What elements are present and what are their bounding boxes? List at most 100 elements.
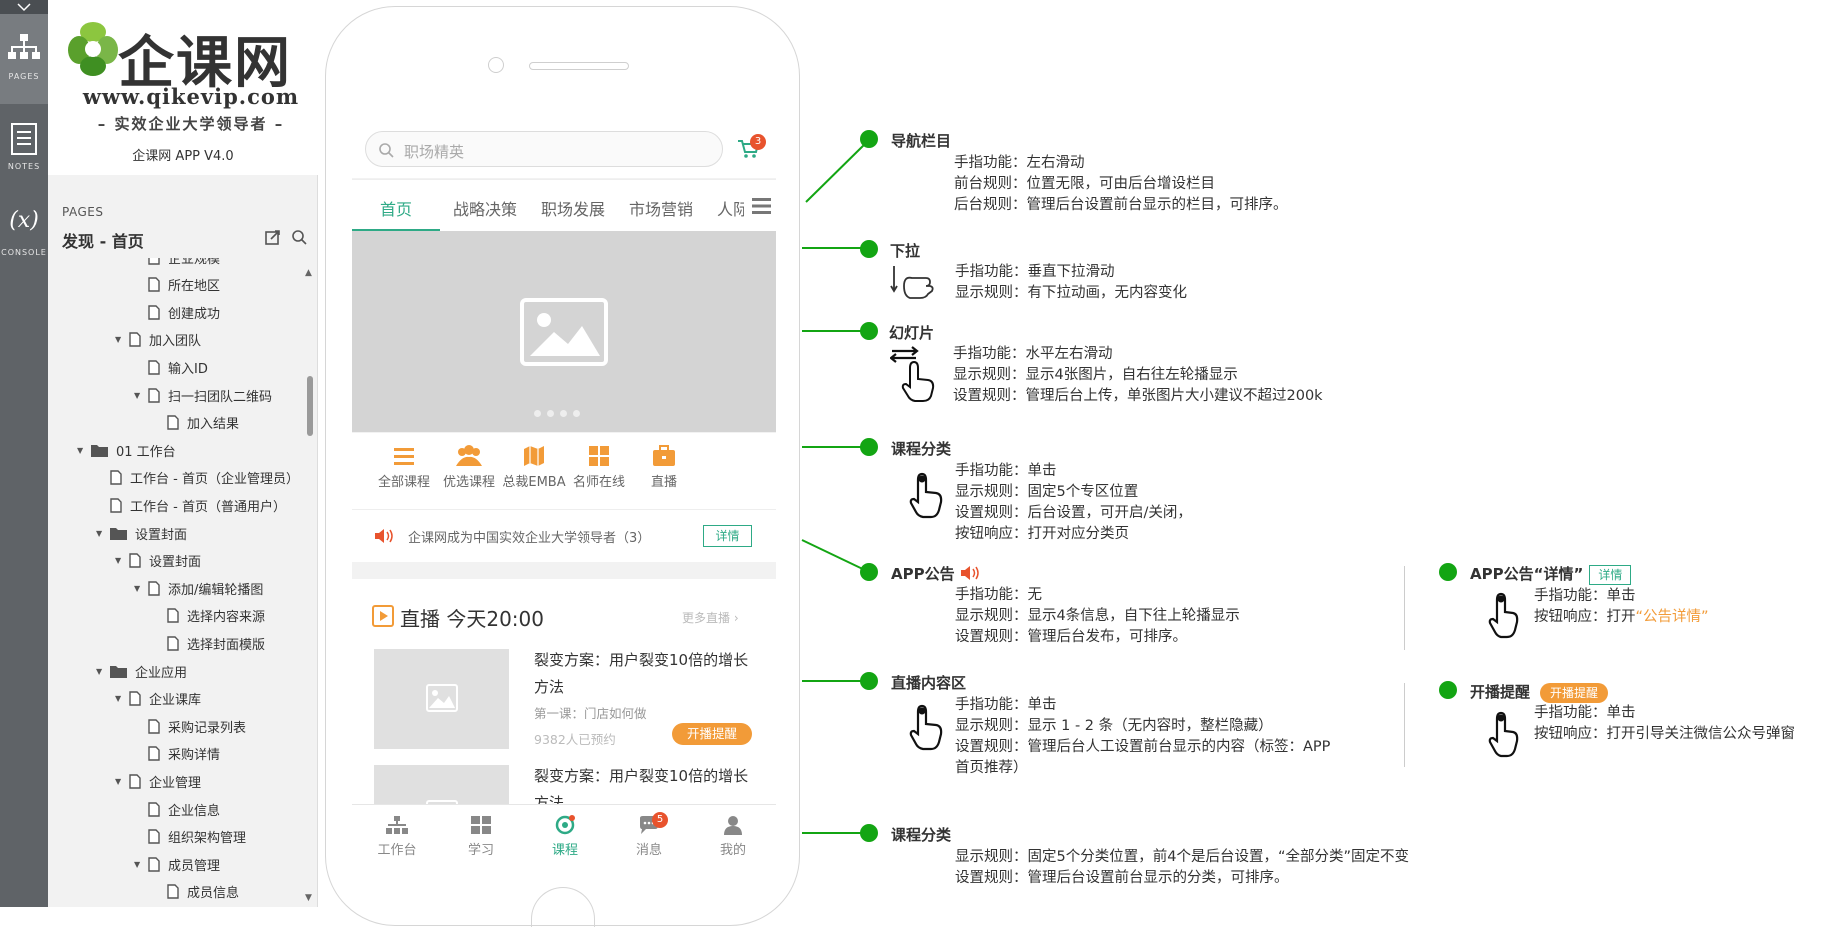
speaker-icon (375, 529, 393, 543)
tab-menu-button[interactable] (744, 193, 776, 221)
tree-page[interactable]: 企业规模 (134, 258, 220, 268)
search-input[interactable]: 职场精英 (365, 131, 723, 167)
live-card-title[interactable]: 裂变方案：用户裂变10倍的增长方法 (534, 647, 754, 701)
expand-arrow-icon[interactable]: ▼ (96, 529, 110, 538)
bottom-nav-workbench[interactable]: 工作台 (367, 815, 427, 858)
page-icon (129, 553, 141, 568)
expand-arrow-icon[interactable]: ▼ (96, 667, 110, 676)
page-icon (167, 415, 179, 430)
tree-page[interactable]: 采购详情 (134, 743, 220, 765)
rail-collapse[interactable] (0, 0, 48, 14)
page-icon (129, 774, 141, 789)
rail-notes[interactable]: NOTES (0, 104, 48, 194)
export-icon[interactable] (264, 228, 282, 246)
tree-page[interactable]: 所在地区 (134, 274, 220, 296)
category-all[interactable]: 全部课程 (369, 445, 439, 490)
remind-button-sample: 开播提醒 (1540, 682, 1609, 703)
logo-url: www.qikevip.com (82, 84, 300, 109)
annotation-body-notice-detail: 手指功能：单击 按钮响应：打开“公告详情” (1534, 588, 1709, 625)
tree-label: 成员管理 (168, 858, 221, 874)
category-label: 优选课程 (442, 475, 495, 490)
speaker-icon (960, 566, 979, 580)
tree-folder[interactable]: ▼ 企业应用 (96, 660, 187, 682)
expand-arrow-icon[interactable]: ▼ (134, 391, 148, 400)
tree-label: 选择封面模版 (187, 637, 266, 653)
bottom-nav-course[interactable]: 课程 (535, 815, 595, 858)
variable-icon: (x) (9, 208, 39, 233)
tree-folder[interactable]: ▼ 设置封面 (96, 522, 187, 544)
live-card-image[interactable] (374, 649, 509, 749)
annotation-dot (860, 824, 878, 842)
tree-page[interactable]: ▼ 企业课库 (115, 688, 201, 710)
search-page-icon[interactable] (290, 228, 308, 246)
scroll-down-icon[interactable]: ▼ (305, 893, 312, 903)
bottom-nav-study[interactable]: 学习 (451, 815, 511, 858)
rail-console[interactable]: (x) CONSOLE (0, 194, 48, 284)
annotation-dot (860, 563, 878, 581)
tree-label: 加入团队 (149, 334, 202, 350)
tab-career[interactable]: 职场发展 (541, 196, 605, 220)
tree-page[interactable]: 采购记录列表 (134, 715, 246, 737)
expand-arrow-icon[interactable]: ▼ (134, 860, 148, 869)
page-icon (129, 691, 141, 706)
tap-hand-icon (1488, 711, 1519, 758)
expand-arrow-icon[interactable]: ▼ (134, 584, 148, 593)
cart-badge: 3 (750, 134, 766, 150)
tree-page[interactable]: 组织架构管理 (134, 826, 246, 848)
category-teachers[interactable]: 名师在线 (564, 445, 634, 490)
category-featured[interactable]: 优选课程 (434, 445, 504, 490)
expand-arrow-icon[interactable]: ▼ (77, 446, 91, 455)
more-live-link[interactable]: 更多直播 › (682, 609, 739, 626)
grid-icon (589, 446, 609, 466)
expand-arrow-icon[interactable]: ▼ (115, 335, 129, 344)
tree-scrollbar[interactable]: ▲ ▼ (304, 268, 316, 907)
tree-page[interactable]: ▼ 成员管理 (134, 853, 220, 875)
tree-page[interactable]: ▼ 企业管理 (115, 770, 201, 792)
tree-label: 创建成功 (168, 306, 221, 322)
scroll-up-icon[interactable]: ▲ (305, 268, 312, 278)
tree-page[interactable]: 工作台 - 首页（企业管理员） (96, 467, 299, 489)
bottom-nav-label: 我的 (719, 843, 746, 858)
expand-arrow-icon[interactable]: ▼ (115, 694, 129, 703)
folder-icon (91, 444, 108, 457)
tab-strategy[interactable]: 战略决策 (453, 196, 517, 220)
scroll-thumb[interactable] (307, 376, 313, 436)
remind-button[interactable]: 开播提醒 (672, 723, 752, 745)
bottom-nav-messages[interactable]: 消息 (619, 815, 679, 858)
expand-arrow-icon[interactable]: ▼ (115, 556, 129, 565)
category-emba[interactable]: 总裁EMBA (499, 445, 569, 490)
tree-page[interactable]: 工作台 - 首页（普通用户） (96, 494, 286, 516)
tree-page[interactable]: 创建成功 (134, 301, 220, 323)
live-play-icon (372, 605, 394, 627)
folder-icon (110, 665, 127, 678)
tree-label: 添加/编辑轮播图 (168, 582, 264, 598)
tree-page[interactable]: ▼ 加入团队 (115, 329, 201, 351)
tree-page[interactable]: 选择内容来源 (153, 605, 265, 627)
annotation-body-live: 手指功能：单击 显示规则：显示 1 - 2 条（无内容时，整栏隐藏） 设置规则：管理… (955, 697, 1331, 776)
tree-page[interactable]: 成员信息 (153, 881, 239, 903)
tree-label: 选择内容来源 (187, 610, 266, 626)
page-icon (148, 580, 160, 596)
expand-arrow-icon[interactable]: ▼ (115, 777, 129, 786)
category-live[interactable]: 直播 (629, 445, 699, 490)
tree-page[interactable]: 企业信息 (134, 798, 220, 820)
chevron-down-icon (17, 3, 31, 12)
tree-page[interactable]: 输入ID (134, 356, 208, 378)
tree-page[interactable]: ▼ 扫一扫团队二维码 (134, 384, 272, 406)
search-header: 职场精英 3 (352, 117, 776, 178)
notice-detail-button[interactable]: 详情 (703, 525, 752, 547)
page-icon (148, 360, 160, 375)
tree-page[interactable]: 选择封面模版 (153, 632, 265, 654)
logo-area: 企课网 www.qikevip.com – 实效企业大学领导者 – 企课网 AP… (48, 0, 318, 175)
tree-page[interactable]: ▼ 设置封面 (115, 550, 201, 572)
tree-folder[interactable]: ▼ 01 工作台 (77, 439, 176, 461)
bottom-nav-me[interactable]: 我的 (703, 815, 763, 858)
tree-page[interactable]: ▼ 添加/编辑轮播图 (134, 577, 263, 599)
tree-page[interactable]: 加入结果 (153, 412, 239, 434)
rail-label: CONSOLE (1, 248, 47, 257)
tab-home[interactable]: 首页 (380, 196, 412, 220)
rail-pages[interactable]: PAGES (0, 14, 48, 104)
page-icon (148, 746, 160, 761)
message-badge: 5 (652, 812, 668, 828)
tab-marketing[interactable]: 市场营销 (629, 196, 693, 220)
